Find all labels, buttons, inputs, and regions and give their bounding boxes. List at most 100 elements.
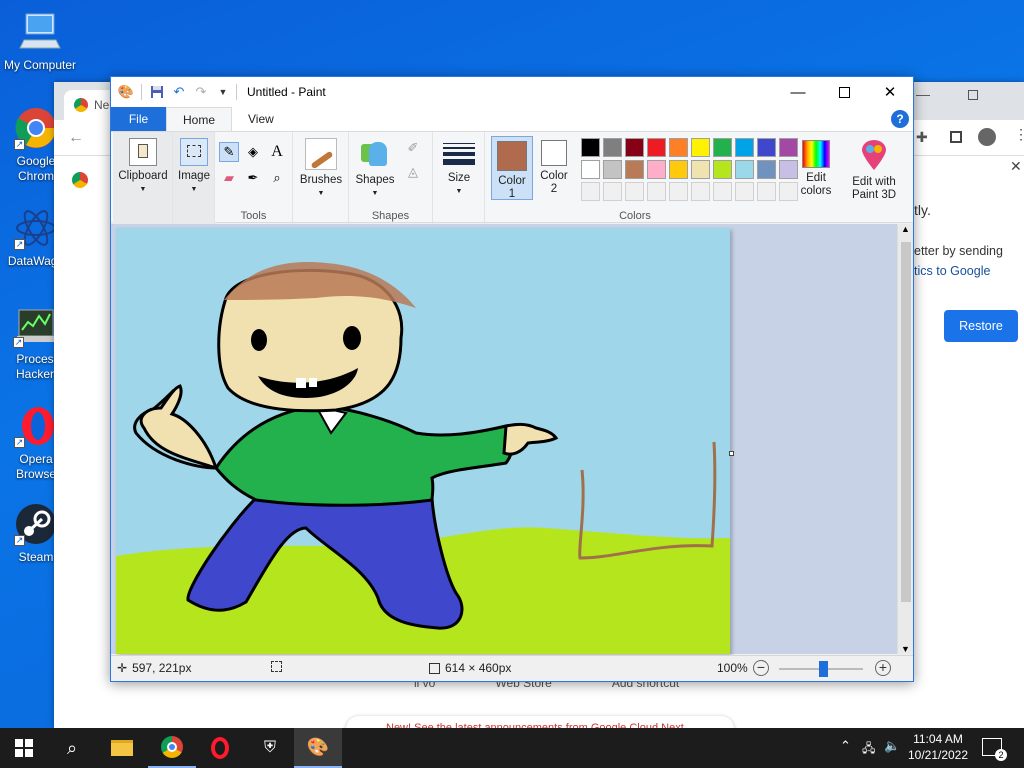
notifications-button[interactable]: 2: [982, 738, 1007, 761]
help-icon[interactable]: ?: [891, 110, 909, 128]
taskbar-chrome[interactable]: [148, 728, 196, 768]
chrome-maximize-button[interactable]: [968, 90, 978, 100]
status-bar: ✛ 597, 221px 614 × 460px 100% − +: [111, 655, 913, 681]
shapes-button[interactable]: Shapes ▼: [351, 138, 399, 200]
palette-swatch[interactable]: [625, 160, 644, 179]
palette-swatch[interactable]: [603, 138, 622, 157]
drawing-canvas[interactable]: [116, 228, 730, 654]
palette-swatch[interactable]: [647, 182, 666, 201]
chrome-minimize-button[interactable]: —: [916, 86, 930, 102]
fill-icon[interactable]: ◬: [403, 162, 423, 182]
palette-swatch[interactable]: [581, 138, 600, 157]
palette-swatch[interactable]: [779, 160, 798, 179]
volume-icon[interactable]: 🔈: [884, 738, 900, 754]
zoom-out-button[interactable]: −: [753, 660, 769, 676]
tab-view[interactable]: View: [232, 107, 290, 131]
start-button[interactable]: [0, 728, 48, 768]
palette-swatch[interactable]: [691, 160, 710, 179]
canvas-area[interactable]: ▲ ▼: [111, 224, 913, 654]
edit-with-paint3d-button[interactable]: Edit with Paint 3D: [847, 140, 901, 202]
palette-swatch[interactable]: [603, 182, 622, 201]
palette-swatch[interactable]: [647, 160, 666, 179]
show-hidden-icons[interactable]: ⌃: [840, 738, 851, 754]
sidebar-icon[interactable]: [950, 131, 962, 143]
size-button[interactable]: Size ▼: [437, 140, 481, 198]
palette-swatch[interactable]: [779, 138, 798, 157]
palette-swatch[interactable]: [713, 160, 732, 179]
popup-link[interactable]: tics to Google: [914, 264, 990, 278]
tab-home[interactable]: Home: [166, 107, 233, 131]
palette-swatch[interactable]: [713, 138, 732, 157]
palette-swatch[interactable]: [625, 182, 644, 201]
tab-file[interactable]: File: [111, 107, 166, 131]
clipboard-button[interactable]: Clipboard ▼: [117, 138, 169, 196]
image-button[interactable]: Image ▼: [176, 138, 212, 196]
pencil-icon[interactable]: ✎: [219, 142, 239, 162]
atom-icon: ↗: [14, 206, 58, 250]
fill-bucket-icon[interactable]: ◈: [243, 142, 263, 162]
customize-quick-access-icon[interactable]: ▼: [212, 81, 234, 103]
popup-close-icon[interactable]: ✕: [1010, 158, 1022, 175]
chevron-down-icon: ▼: [190, 186, 198, 193]
palette-swatch[interactable]: [691, 138, 710, 157]
minimize-button[interactable]: —: [775, 77, 821, 107]
palette-swatch[interactable]: [735, 182, 754, 201]
taskbar-file-explorer[interactable]: [98, 728, 146, 768]
palette-swatch[interactable]: [581, 182, 600, 201]
extensions-icon[interactable]: ✚: [916, 129, 928, 146]
zoom-slider-thumb[interactable]: [819, 661, 828, 677]
taskbar-paint[interactable]: 🎨: [294, 728, 342, 768]
palette-swatch[interactable]: [625, 138, 644, 157]
restore-button[interactable]: Restore: [944, 310, 1018, 342]
scroll-down-icon[interactable]: ▼: [901, 644, 910, 654]
resize-handle[interactable]: [729, 451, 734, 456]
palette-swatch[interactable]: [735, 138, 754, 157]
palette-swatch[interactable]: [713, 182, 732, 201]
shapes-icon: [359, 138, 391, 170]
scroll-up-icon[interactable]: ▲: [901, 224, 910, 234]
paint-app-icon[interactable]: 🎨: [115, 81, 137, 103]
maximize-button[interactable]: [821, 77, 867, 107]
palette-swatch[interactable]: [779, 182, 798, 201]
palette-swatch[interactable]: [669, 182, 688, 201]
desktop-icon-my-computer[interactable]: My Computer: [2, 10, 78, 73]
magnifier-icon[interactable]: ⌕: [267, 168, 287, 188]
edit-colors-button[interactable]: Edit colors: [797, 140, 835, 198]
save-icon[interactable]: [146, 81, 168, 103]
palette-swatch[interactable]: [691, 182, 710, 201]
close-button[interactable]: ✕: [867, 77, 913, 107]
outline-icon[interactable]: ✐: [403, 138, 423, 158]
undo-icon[interactable]: ↶: [168, 81, 190, 103]
zoom-in-button[interactable]: +: [875, 660, 891, 676]
palette-swatch[interactable]: [735, 160, 754, 179]
palette-swatch[interactable]: [757, 138, 776, 157]
chevron-down-icon: ▼: [371, 190, 379, 197]
search-button[interactable]: ⌕: [48, 728, 96, 768]
palette-swatch[interactable]: [757, 182, 776, 201]
paint-window[interactable]: 🎨 ↶ ↷ ▼ Untitled - Paint — ✕ File Home V…: [110, 76, 914, 682]
text-icon[interactable]: A: [267, 142, 287, 162]
brushes-button[interactable]: Brushes ▼: [297, 138, 345, 200]
back-arrow-icon[interactable]: ←: [68, 129, 84, 147]
color1-button[interactable]: Color 1: [491, 136, 533, 200]
palette-swatch[interactable]: [581, 160, 600, 179]
palette-swatch[interactable]: [603, 160, 622, 179]
network-icon[interactable]: 🖧: [862, 739, 875, 760]
palette-swatch[interactable]: [669, 160, 688, 179]
menu-dots-icon[interactable]: ⋮: [1014, 126, 1024, 143]
taskbar-security[interactable]: ⛨: [246, 728, 294, 768]
color2-button[interactable]: Color 2: [535, 140, 573, 196]
vertical-scrollbar[interactable]: ▲ ▼: [897, 224, 913, 654]
color-picker-icon[interactable]: ✒: [243, 168, 263, 188]
opera-icon: ↗: [14, 404, 58, 448]
computer-icon: [18, 10, 62, 54]
scrollbar-thumb[interactable]: [901, 242, 911, 602]
redo-icon[interactable]: ↷: [190, 81, 212, 103]
eraser-icon[interactable]: ▰: [219, 168, 239, 188]
palette-swatch[interactable]: [669, 138, 688, 157]
profile-icon[interactable]: [978, 128, 996, 146]
clock[interactable]: 11:04 AM 10/21/2022: [904, 731, 972, 763]
palette-swatch[interactable]: [757, 160, 776, 179]
taskbar-opera[interactable]: [196, 728, 244, 768]
palette-swatch[interactable]: [647, 138, 666, 157]
